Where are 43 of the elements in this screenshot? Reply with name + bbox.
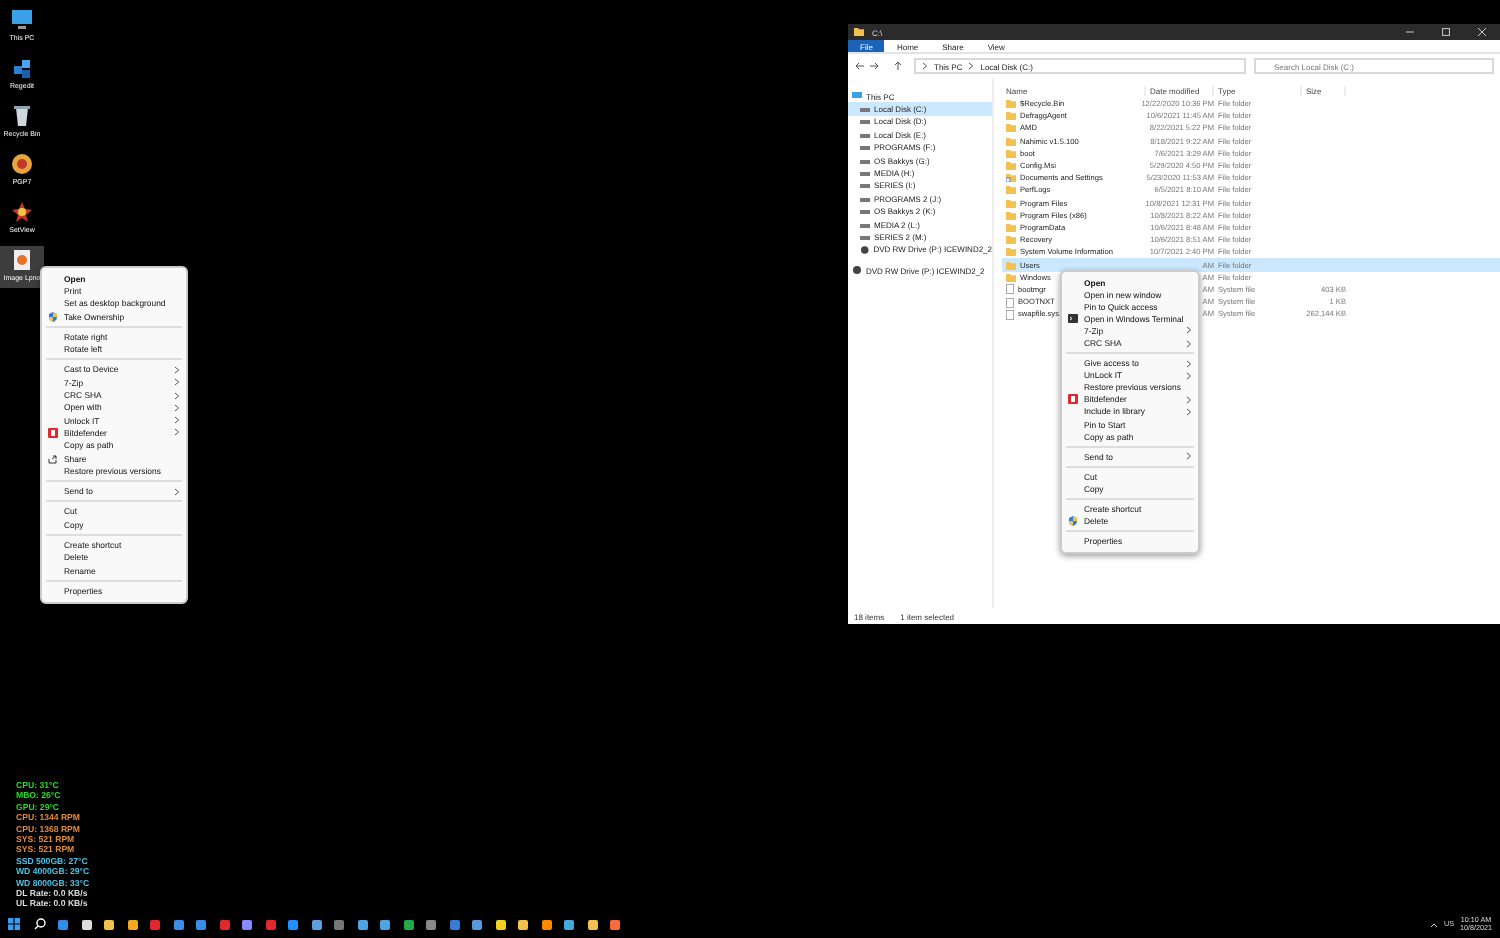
maximize-icon[interactable] [1442,28,1450,36]
cubes-icon [10,56,34,80]
disc-drive-icon [860,245,870,254]
monitor-icon [852,92,862,101]
search-icon[interactable] [33,918,45,930]
app-icon [10,152,34,176]
app-icon[interactable] [426,919,436,929]
chevron-icon [1186,452,1192,461]
chevron-icon [174,487,180,496]
app-icon[interactable] [541,919,551,929]
disc-drive-icon [852,266,862,275]
app-icon[interactable] [587,919,597,929]
minimize-icon[interactable] [1406,28,1414,36]
app-icon[interactable] [403,919,413,929]
app-icon[interactable] [472,919,482,929]
app-icon[interactable] [610,919,620,929]
start-icon[interactable] [8,918,20,930]
image-file-icon [10,248,34,272]
app-icon[interactable] [564,919,574,929]
app-icon[interactable] [495,919,505,929]
app-icon[interactable] [242,919,252,929]
app-icon[interactable] [104,919,114,929]
close-icon[interactable] [1478,28,1486,36]
app-icon[interactable] [58,919,68,929]
recycle-bin-icon [10,104,34,128]
app-icon[interactable] [196,919,206,929]
app-icon[interactable] [518,919,528,929]
chevron-icon [922,62,928,70]
app-icon[interactable] [173,919,183,929]
terminal-icon [1068,313,1078,324]
chevron-icon [968,62,975,70]
app-icon[interactable] [380,919,390,929]
navigation-arrows-icon[interactable] [854,60,906,72]
app-icon[interactable] [127,919,137,929]
app-icon[interactable] [288,919,298,929]
folder-icon [854,28,864,36]
app-icon [10,200,34,224]
share-icon [48,453,58,463]
app-icon[interactable] [81,919,91,929]
monitor-icon [10,8,34,32]
folder-shortcut-icon [1006,174,1016,183]
app-icon[interactable] [311,919,321,929]
app-icon[interactable] [357,919,367,929]
